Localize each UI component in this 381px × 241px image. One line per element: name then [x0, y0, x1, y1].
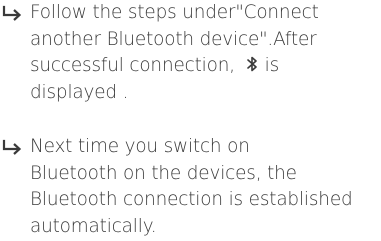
instruction-step-1: Follow the steps under"Connect another B…	[0, 0, 368, 106]
instruction-line-part: successful connection,	[30, 55, 235, 76]
bluetooth-icon	[245, 55, 259, 73]
instruction-line: Follow the steps under"Connect	[30, 2, 319, 23]
instruction-step-2: Next time you switch on Bluetooth on the…	[0, 134, 368, 240]
instruction-line: Next time you switch on	[30, 136, 250, 157]
instruction-line: another Bluetooth device".After	[30, 28, 317, 50]
instruction-line: displayed .	[30, 81, 129, 103]
instruction-text-2: Next time you switch on Bluetooth on the…	[30, 134, 368, 240]
return-arrow-icon	[0, 136, 26, 162]
instruction-line: Bluetooth on the devices, the	[30, 162, 297, 184]
instruction-text-1: Follow the steps under"Connect another B…	[30, 0, 368, 106]
instruction-line: Bluetooth connection is established	[30, 189, 353, 210]
instruction-line-part: is	[264, 55, 280, 76]
instruction-line: automatically.	[30, 215, 157, 237]
instruction-line: successful connection, is	[30, 53, 368, 80]
return-arrow-icon	[0, 2, 26, 28]
